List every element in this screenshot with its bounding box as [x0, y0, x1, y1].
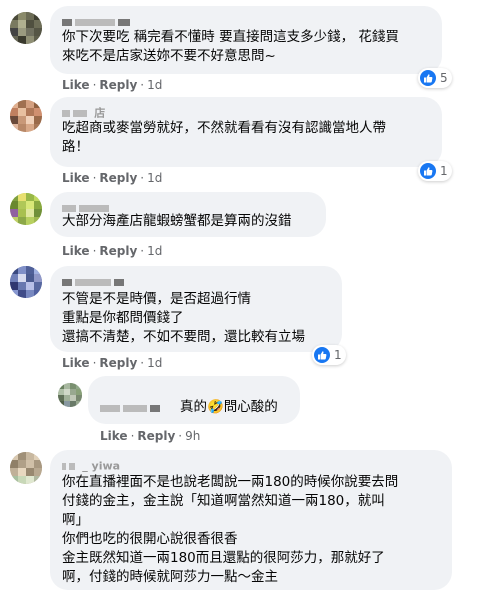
comment-timestamp[interactable]: 1d — [147, 356, 162, 370]
comment-actions: Like · Reply · 1d — [62, 356, 163, 370]
comment-actions: Like · Reply · 9h — [100, 429, 201, 443]
like-link[interactable]: Like — [62, 356, 90, 370]
comment-bubble: 不管是不是時價，是否超過行情 重點是你都問價錢了 還搞不清楚，不如不要問，還比較… — [50, 266, 342, 352]
like-link[interactable]: Like — [100, 429, 128, 443]
comment-bubble: 真的🤣問心酸的 — [88, 376, 300, 424]
comment-actions: Like · Reply · 1d — [62, 244, 163, 258]
comment-bubble: 大部分海產店龍蝦螃蟹都是算兩的沒錯 — [50, 192, 326, 237]
like-reaction-icon — [314, 347, 330, 363]
comment-timestamp[interactable]: 1d — [147, 171, 162, 185]
reaction-number: 1 — [334, 348, 342, 362]
avatar[interactable] — [10, 266, 42, 298]
reply-link[interactable]: Reply — [137, 429, 175, 443]
avatar[interactable] — [10, 12, 42, 44]
like-reaction-icon — [420, 163, 436, 179]
comment-timestamp[interactable]: 1d — [147, 244, 162, 258]
comment-bubble: 你下次要吃 稱完看不懂時 要直接問這支多少錢， 花錢買 來吃不是店家送妳不要不好… — [50, 6, 442, 74]
reaction-number: 1 — [440, 164, 448, 178]
comment-text: 你下次要吃 稱完看不懂時 要直接問這支多少錢， 花錢買 來吃不是店家送妳不要不好… — [62, 29, 399, 64]
reply-link[interactable]: Reply — [99, 356, 137, 370]
comment-text: 真的🤣問心酸的 — [180, 399, 278, 415]
comment-actions: Like · Reply · 1d — [62, 78, 163, 92]
avatar[interactable] — [10, 193, 42, 225]
like-reaction-icon — [420, 70, 436, 86]
reply-link[interactable]: Reply — [99, 244, 137, 258]
comment-author[interactable] — [100, 400, 163, 416]
comment-text: 大部分海產店龍蝦螃蟹都是算兩的沒錯 — [62, 213, 292, 229]
comment-bubble: _ yiwa 你在直播裡面不是也說老闆說一兩180的時候你說要去問 付錢的金主，… — [50, 450, 452, 590]
comment-author[interactable] — [62, 274, 330, 290]
like-link[interactable]: Like — [62, 244, 90, 258]
comment-text: 不管是不是時價，是否超過行情 重點是你都問價錢了 還搞不清楚，不如不要問，還比較… — [62, 291, 305, 345]
reply-link[interactable]: Reply — [99, 171, 137, 185]
comment-text: 吃超商或麥當勞就好，不然就看看有沒有認識當地人帶 路！ — [62, 120, 386, 155]
comment-text: 你在直播裡面不是也說老闆說一兩180的時候你說要去問 付錢的金主，金主說「知道啊… — [62, 474, 399, 585]
comment-bubble: 店 吃超商或麥當勞就好，不然就看看有沒有認識當地人帶 路！ — [50, 97, 442, 167]
comment-actions: Like · Reply · 1d — [62, 171, 163, 185]
avatar[interactable] — [10, 100, 42, 132]
reaction-number: 5 — [440, 71, 448, 85]
reply-link[interactable]: Reply — [99, 78, 137, 92]
avatar[interactable] — [10, 452, 42, 484]
comment-timestamp[interactable]: 1d — [147, 78, 162, 92]
reaction-count[interactable]: 1 — [312, 345, 346, 365]
reaction-count[interactable]: 5 — [418, 68, 452, 88]
like-link[interactable]: Like — [62, 171, 90, 185]
avatar[interactable] — [58, 383, 82, 407]
comment-timestamp[interactable]: 9h — [185, 429, 200, 443]
comment-author[interactable]: _ yiwa — [62, 458, 440, 474]
reaction-count[interactable]: 1 — [418, 161, 452, 181]
like-link[interactable]: Like — [62, 78, 90, 92]
